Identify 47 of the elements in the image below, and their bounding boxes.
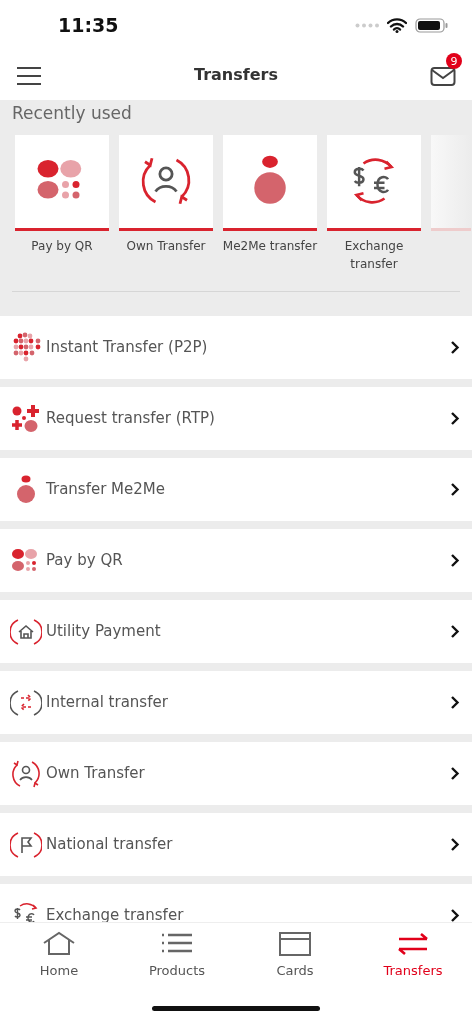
- option-label: National transfer: [46, 834, 174, 856]
- home-icon: [42, 931, 76, 957]
- option-label: Utility Payment: [46, 621, 162, 643]
- shortcut-tile[interactable]: [327, 134, 421, 231]
- chevron-right-icon: [450, 766, 460, 781]
- transfer-option[interactable]: Transfer Me2Me: [0, 458, 472, 521]
- transfer-option[interactable]: Internal transfer: [0, 671, 472, 734]
- notification-badge: 9: [446, 53, 462, 69]
- tile-label: Own Transfer: [125, 237, 207, 255]
- dots-plus-icon: [10, 402, 42, 435]
- wifi-icon: [387, 17, 407, 33]
- chevron-right-icon: [450, 411, 460, 426]
- chevron-right-icon: [450, 695, 460, 710]
- option-label: Pay by QR: [46, 550, 124, 572]
- transfer-icon: [396, 931, 430, 957]
- transfer-option[interactable]: Own Transfer: [0, 742, 472, 805]
- status-time: 11:35: [58, 12, 119, 38]
- chevron-right-icon: [450, 482, 460, 497]
- tab-item[interactable]: Home: [0, 923, 118, 998]
- chevron-right-icon: [450, 624, 460, 639]
- transfer-option[interactable]: Instant Transfer (P2P): [0, 316, 472, 379]
- shortcut-tile[interactable]: [15, 134, 109, 231]
- card-icon: [278, 931, 312, 957]
- option-label: Transfer Me2Me: [46, 479, 166, 501]
- shortcut-tile[interactable]: [223, 134, 317, 231]
- section-title: Recently used: [12, 102, 133, 125]
- option-label: Instant Transfer (P2P): [46, 337, 209, 359]
- transfer-option[interactable]: Request transfer (RTP): [0, 387, 472, 450]
- transfer-option[interactable]: National transfer: [0, 813, 472, 876]
- transfer-option[interactable]: Pay by QR: [0, 529, 472, 592]
- tile-label: Me2Me transfer: [221, 237, 319, 255]
- transfer-option[interactable]: Utility Payment: [0, 600, 472, 663]
- option-label: Internal transfer: [46, 692, 169, 714]
- chevron-right-icon: [450, 340, 460, 355]
- shortcut-tile[interactable]: [119, 134, 213, 231]
- tab-item[interactable]: Transfers: [354, 923, 472, 998]
- tile-label: Exchange transfer: [343, 237, 405, 273]
- chevron-right-icon: [450, 553, 460, 568]
- option-label: Request transfer (RTP): [46, 408, 216, 430]
- tile-label: Pay by QR: [30, 237, 94, 255]
- option-label: Own Transfer: [46, 763, 146, 785]
- tab-item[interactable]: Products: [118, 923, 236, 998]
- battery-icon: [415, 17, 448, 33]
- signal-icon: [355, 22, 379, 28]
- chevron-right-icon: [450, 837, 460, 852]
- tab-item[interactable]: Cards: [236, 923, 354, 998]
- page-title: Transfers: [194, 64, 278, 86]
